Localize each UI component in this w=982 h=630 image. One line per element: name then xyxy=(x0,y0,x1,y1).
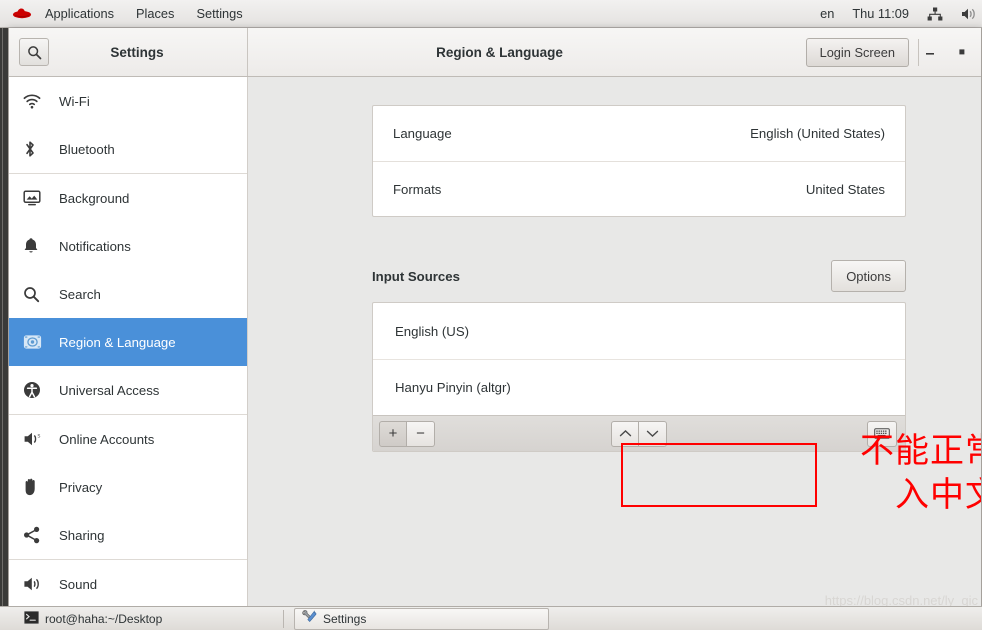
sidebar-item-label: Region & Language xyxy=(59,334,176,350)
desktop-edge-line xyxy=(2,28,3,608)
formats-label: Formats xyxy=(393,181,442,197)
annotation-line-2: 入中文 xyxy=(895,475,981,515)
background-icon xyxy=(23,189,51,207)
hand-privacy-icon xyxy=(23,478,51,496)
header-left-section: Settings xyxy=(9,28,248,76)
sidebar-item-label: Universal Access xyxy=(59,382,160,398)
online-accounts-icon: s xyxy=(23,431,51,447)
sidebar-item-bluetooth[interactable]: Bluetooth xyxy=(9,125,247,173)
sidebar-item-privacy[interactable]: Privacy xyxy=(9,463,247,511)
sidebar-item-wi-fi[interactable]: Wi-Fi xyxy=(9,77,247,125)
formats-row[interactable]: Formats United States xyxy=(373,161,905,216)
network-wired-icon[interactable] xyxy=(918,0,952,27)
sidebar-item-label: Privacy xyxy=(59,479,103,495)
clock[interactable]: Thu 11:09 xyxy=(843,0,918,27)
sidebar-item-label: Sharing xyxy=(59,527,105,543)
input-source-english-us[interactable]: English (US) xyxy=(373,303,905,359)
move-down-button[interactable] xyxy=(639,420,667,447)
top-bar-left: Applications Places Settings xyxy=(0,0,254,27)
search-button[interactable] xyxy=(19,38,49,66)
language-value: English (United States) xyxy=(750,126,885,141)
volume-icon[interactable] xyxy=(952,0,980,27)
terminal-icon xyxy=(24,610,39,627)
sidebar-item-label: Sound xyxy=(59,576,98,592)
menu-settings[interactable]: Settings xyxy=(185,0,253,27)
screen: Applications Places Settings en Thu 11:0… xyxy=(0,0,982,630)
svg-text:s: s xyxy=(37,433,40,440)
taskbar-separator xyxy=(283,609,284,628)
sidebar-item-label: Online Accounts xyxy=(59,431,155,447)
wifi-icon xyxy=(23,93,51,109)
input-sources-toolbar: + − xyxy=(373,415,905,451)
sound-icon xyxy=(23,576,51,592)
region-language-icon xyxy=(23,334,51,350)
sidebar-item-label: Wi-Fi xyxy=(59,93,90,109)
input-sources-listbox: English (US) Hanyu Pinyin (altgr) + − xyxy=(372,302,906,452)
sidebar-item-universal-access[interactable]: Universal Access xyxy=(9,366,247,414)
move-group xyxy=(611,420,667,447)
minimize-icon[interactable] xyxy=(917,39,943,65)
sidebar-item-label: Notifications xyxy=(59,238,131,254)
share-icon xyxy=(23,526,51,544)
region-language-panel: Language English (United States) Formats… xyxy=(372,105,906,452)
window-header-bar: Settings Region & Language Login Screen xyxy=(9,28,981,77)
red-highlight-box xyxy=(621,443,817,507)
language-formats-card: Language English (United States) Formats… xyxy=(372,105,906,217)
taskbar-item-label: root@haha:~/Desktop xyxy=(45,611,163,626)
sidebar-item-region-language[interactable]: Region & Language xyxy=(9,318,247,366)
accessibility-icon xyxy=(23,381,51,399)
window-app-title: Settings xyxy=(110,44,164,60)
gnome-top-bar: Applications Places Settings en Thu 11:0… xyxy=(0,0,982,28)
tools-icon xyxy=(301,610,317,627)
search-icon xyxy=(23,286,51,303)
taskbar-item-settings[interactable]: Settings xyxy=(294,607,549,630)
sidebar-item-background[interactable]: Background xyxy=(9,174,247,222)
keyboard-icon[interactable] xyxy=(867,420,897,447)
header-right-section: Region & Language Login Screen xyxy=(248,28,981,76)
remove-input-source-button[interactable]: − xyxy=(407,420,435,447)
sidebar-item-label: Search xyxy=(59,286,101,302)
sidebar-item-sound[interactable]: Sound xyxy=(9,560,247,607)
taskbar-item-label: Settings xyxy=(323,611,367,626)
add-remove-group: + − xyxy=(379,420,435,447)
sidebar-item-label: Bluetooth xyxy=(59,141,115,157)
settings-sidebar: Wi-Fi Bluetooth Background Notifications… xyxy=(9,77,248,607)
menu-places[interactable]: Places xyxy=(125,0,185,27)
sidebar-item-search[interactable]: Search xyxy=(9,270,247,318)
add-input-source-button[interactable]: + xyxy=(379,420,407,447)
menu-applications[interactable]: Applications xyxy=(34,0,125,27)
options-button[interactable]: Options xyxy=(831,260,906,292)
bell-icon xyxy=(23,237,51,255)
bluetooth-icon xyxy=(23,140,51,158)
settings-window: Settings Region & Language Login Screen xyxy=(8,28,982,608)
redhat-logo-icon xyxy=(12,6,32,22)
formats-value: United States xyxy=(805,181,885,197)
language-label: Language xyxy=(393,126,452,141)
maximize-icon[interactable] xyxy=(949,39,975,65)
sidebar-item-online-accounts[interactable]: s Online Accounts xyxy=(9,415,247,463)
sidebar-item-notifications[interactable]: Notifications xyxy=(9,222,247,270)
input-sources-title: Input Sources xyxy=(372,268,460,284)
keyboard-layout-indicator[interactable]: en xyxy=(811,0,843,27)
taskbar-item-terminal[interactable]: root@haha:~/Desktop xyxy=(18,608,273,630)
top-bar-right: en Thu 11:09 xyxy=(811,0,982,27)
sidebar-item-sharing[interactable]: Sharing xyxy=(9,511,247,559)
login-screen-button[interactable]: Login Screen xyxy=(805,37,909,67)
bottom-taskbar: root@haha:~/Desktop Settings xyxy=(0,606,982,630)
move-up-button[interactable] xyxy=(611,420,639,447)
language-row[interactable]: Language English (United States) xyxy=(373,106,905,161)
input-source-hanyu-pinyin[interactable]: Hanyu Pinyin (altgr) xyxy=(373,359,905,415)
input-sources-header: Input Sources Options xyxy=(372,259,906,293)
sidebar-item-label: Background xyxy=(59,190,130,206)
settings-content-area: Language English (United States) Formats… xyxy=(248,77,981,607)
window-body: Wi-Fi Bluetooth Background Notifications… xyxy=(9,77,981,607)
window-controls xyxy=(917,39,975,65)
